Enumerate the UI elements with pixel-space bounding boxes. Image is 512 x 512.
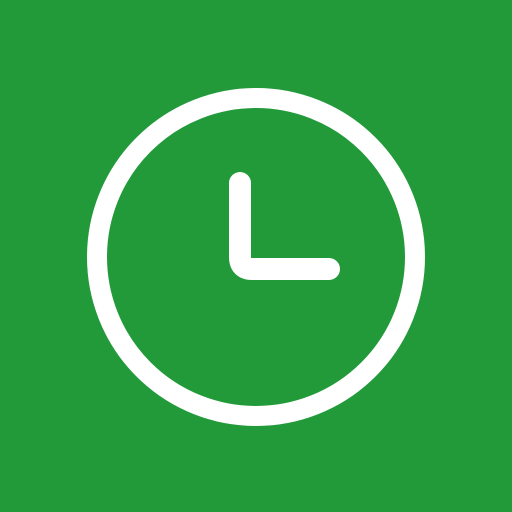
clock-face bbox=[87, 88, 425, 426]
clock-icon bbox=[87, 88, 425, 426]
clock-hands bbox=[229, 172, 340, 280]
app-tile[interactable] bbox=[0, 0, 512, 512]
